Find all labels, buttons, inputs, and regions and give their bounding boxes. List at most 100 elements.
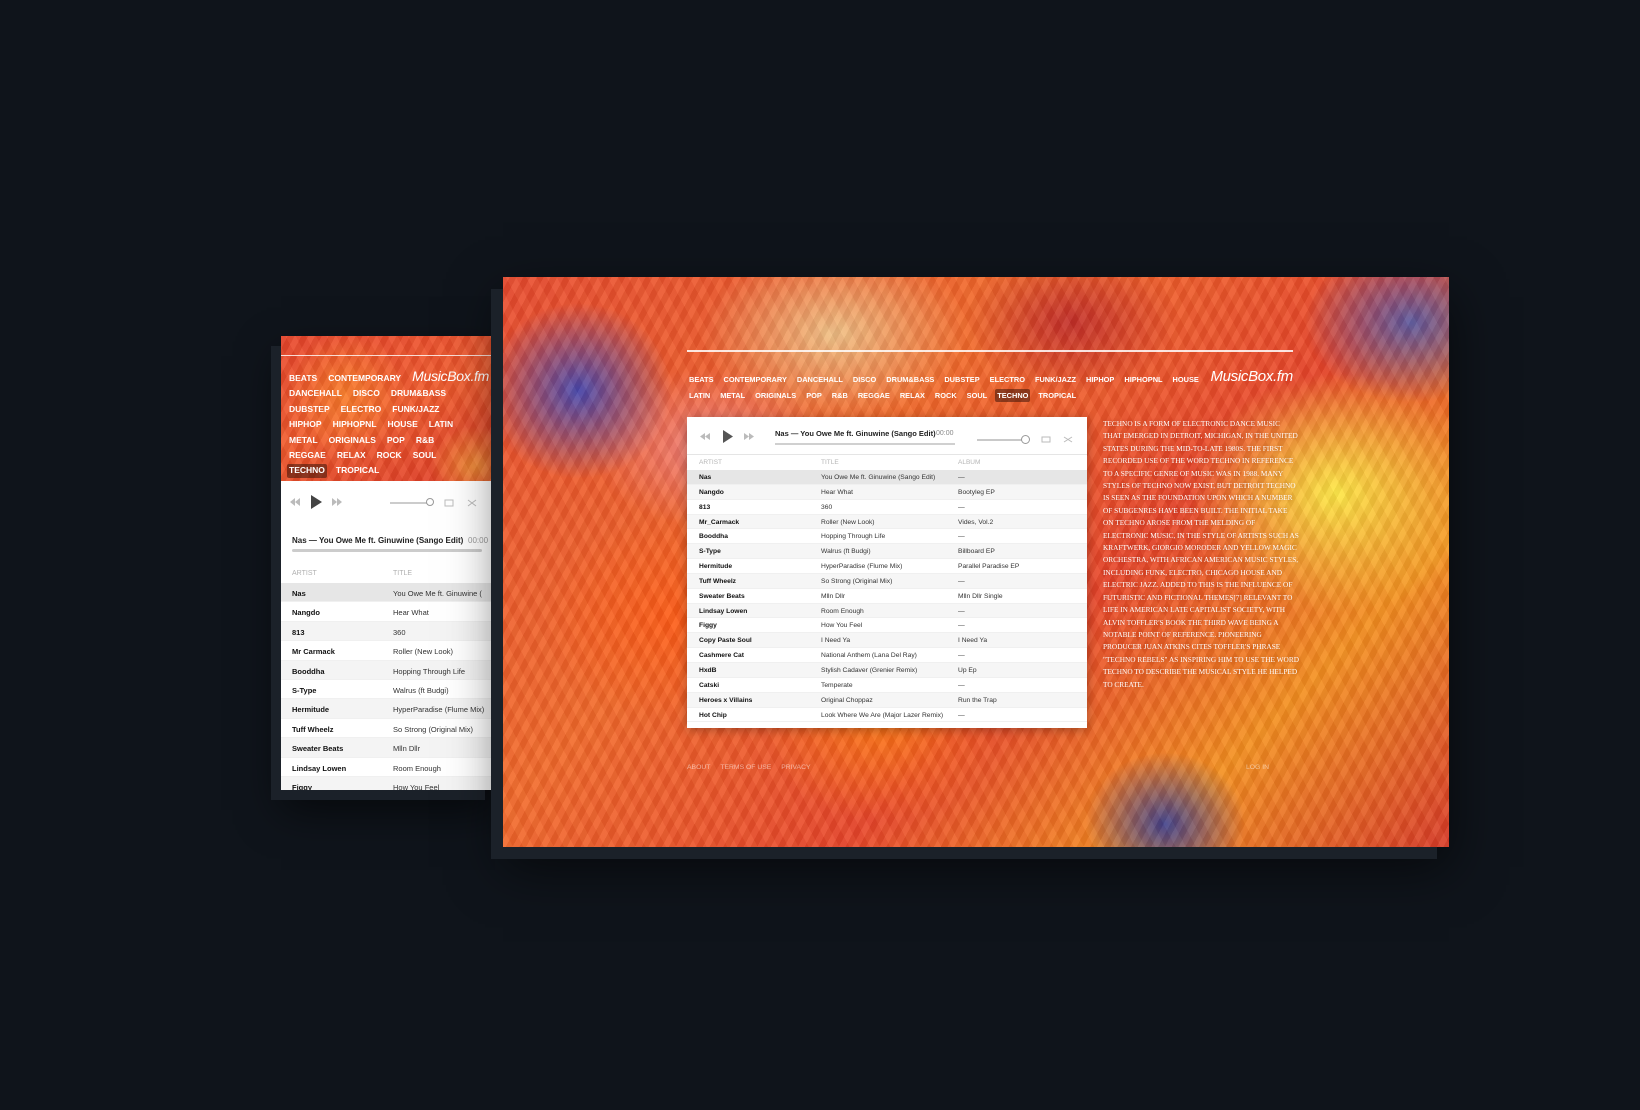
table-row[interactable]: 813 360 —: [687, 500, 1087, 515]
play-icon[interactable]: [721, 429, 734, 444]
table-row[interactable]: Cashmere Cat National Anthem (Lana Del Ra…: [687, 648, 1087, 663]
genre-pop[interactable]: Pop: [804, 389, 824, 403]
genre-hiphopnl[interactable]: HipHopNL: [1122, 373, 1164, 387]
table-row[interactable]: Nangdo Hear What Bootyleg EP: [687, 484, 1087, 500]
table-row[interactable]: Sweater Beats Mlln Dllr Mlln Dllr Single: [687, 589, 1087, 604]
table-row[interactable]: Heroes x Villains Original Choppaz Run the…: [687, 692, 1087, 708]
genre-house[interactable]: House: [386, 418, 420, 431]
genre-drumandbass[interactable]: Drum&Bass: [884, 373, 936, 387]
genre-funk-jazz[interactable]: Funk/Jazz: [1033, 373, 1078, 387]
table-row[interactable]: Tuff Wheelz So Strong (Original Mix): [281, 719, 495, 739]
table-row[interactable]: Mr_Carmack Roller (New Look) Vides, Vol.2: [687, 514, 1087, 530]
volume-knob[interactable]: [1021, 435, 1030, 444]
genre-soul[interactable]: Soul: [965, 389, 990, 403]
repeat-icon[interactable]: [444, 499, 454, 507]
column-artist[interactable]: Artist: [292, 570, 317, 577]
table-row[interactable]: Hermitude HyperParadise (Flume Mix) Parall…: [687, 559, 1087, 574]
table-row[interactable]: 813 360: [281, 621, 495, 642]
cell-album: —: [958, 607, 965, 615]
logo[interactable]: MusicBox.fm: [1210, 368, 1293, 385]
genre-randb[interactable]: R&B: [414, 434, 436, 447]
genre-latin[interactable]: Latin: [427, 418, 455, 431]
progress-bar[interactable]: [775, 443, 955, 445]
column-album[interactable]: Album: [958, 459, 980, 466]
column-artist[interactable]: Artist: [699, 459, 722, 466]
table-row[interactable]: Hot Chip Look Where We Are (Major Lazer R…: [687, 708, 1087, 723]
rewind-icon[interactable]: [289, 497, 301, 507]
genre-originals[interactable]: Originals: [753, 389, 798, 403]
table-row[interactable]: Nangdo Hear What: [281, 602, 495, 622]
genre-soul[interactable]: Soul: [411, 449, 439, 462]
genre-techno[interactable]: Techno: [287, 464, 327, 478]
table-row[interactable]: Catski Temperate —: [687, 678, 1087, 693]
table-row[interactable]: Nas You Owe Me ft. Ginuwine (: [281, 583, 495, 603]
genre-dubstep[interactable]: Dubstep: [287, 403, 332, 416]
table-row[interactable]: Hermitude HyperParadise (Flume Mix): [281, 699, 495, 719]
genre-beats[interactable]: Beats: [687, 373, 716, 387]
footer-link-terms[interactable]: Terms of use: [720, 764, 771, 771]
genre-techno[interactable]: Techno: [995, 388, 1031, 403]
genre-relax[interactable]: Relax: [335, 449, 368, 462]
volume-knob[interactable]: [426, 498, 434, 506]
login-link[interactable]: Log in: [1246, 764, 1269, 771]
genre-drumandbass[interactable]: Drum&Bass: [389, 387, 448, 400]
footer-link-privacy[interactable]: Privacy: [781, 764, 810, 771]
repeat-icon[interactable]: [1041, 436, 1051, 443]
genre-beats[interactable]: Beats: [287, 372, 319, 385]
genre-reggae[interactable]: Reggae: [287, 449, 328, 462]
genre-latin[interactable]: Latin: [687, 389, 712, 403]
now-playing-title: Nas — You Owe Me ft. Ginuwine (Sango Edi…: [292, 536, 464, 545]
genre-disco[interactable]: Disco: [851, 373, 878, 387]
genre-dancehall[interactable]: Dancehall: [287, 387, 344, 400]
column-title[interactable]: Title: [393, 570, 412, 577]
progress-bar[interactable]: [292, 549, 482, 552]
shuffle-icon[interactable]: [467, 499, 477, 507]
genre-house[interactable]: House: [1171, 373, 1201, 387]
table-row[interactable]: Lindsay Lowen Room Enough: [281, 758, 495, 777]
genre-rock[interactable]: Rock: [375, 449, 404, 462]
genre-hiphopnl[interactable]: HipHopNL: [331, 418, 379, 431]
table-row[interactable]: Booddha Hopping Through Life —: [687, 529, 1087, 545]
genre-hiphop[interactable]: HipHop: [1084, 373, 1116, 387]
fast-forward-icon[interactable]: [331, 497, 343, 507]
genre-relax[interactable]: Relax: [898, 389, 927, 403]
genre-disco[interactable]: Disco: [351, 387, 382, 400]
play-icon[interactable]: [309, 494, 323, 510]
genre-metal[interactable]: Metal: [718, 389, 747, 403]
genre-reggae[interactable]: Reggae: [856, 389, 892, 403]
table-row[interactable]: Booddha Hopping Through Life: [281, 660, 495, 680]
genre-pop[interactable]: Pop: [385, 434, 407, 447]
genre-electro[interactable]: Electro: [339, 403, 384, 416]
table-row[interactable]: Copy Paste Soul I Need Ya I Need Ya: [687, 633, 1087, 649]
table-row[interactable]: S-Type Walrus (ft Budgi) Billboard EP: [687, 544, 1087, 560]
genre-rock[interactable]: Rock: [933, 389, 959, 403]
footer-link-about[interactable]: About: [687, 764, 710, 771]
rewind-icon[interactable]: [699, 432, 711, 441]
genre-contemporary[interactable]: Contemporary: [326, 372, 403, 385]
genre-metal[interactable]: Metal: [287, 434, 320, 447]
logo[interactable]: MusicBox.fm: [412, 368, 489, 384]
genre-contemporary[interactable]: Contemporary: [722, 373, 789, 387]
table-row[interactable]: Nas You Owe Me ft. Ginuwine (Sango Edit) —: [687, 470, 1087, 485]
shuffle-icon[interactable]: [1063, 436, 1073, 443]
column-title[interactable]: Title: [821, 459, 839, 466]
genre-tropical[interactable]: Tropical: [1036, 389, 1078, 403]
table-row[interactable]: Mr Carmack Roller (New Look): [281, 641, 495, 661]
table-row[interactable]: Sweater Beats Mlln Dllr: [281, 738, 495, 758]
genre-funk-jazz[interactable]: Funk/Jazz: [390, 403, 441, 416]
genre-dubstep[interactable]: Dubstep: [942, 373, 981, 387]
table-row[interactable]: Figgy How You Feel —: [687, 618, 1087, 634]
genre-tropical[interactable]: Tropical: [334, 464, 381, 477]
fast-forward-icon[interactable]: [743, 432, 755, 441]
genre-randb[interactable]: R&B: [830, 389, 850, 403]
table-row[interactable]: HxdB Stylish Cadaver (Grenier Remix) Up Ep: [687, 662, 1087, 678]
table-row[interactable]: Tuff Wheelz So Strong (Original Mix) —: [687, 573, 1087, 589]
volume-slider[interactable]: [977, 439, 1027, 441]
table-row[interactable]: Lindsay Lowen Room Enough —: [687, 603, 1087, 619]
genre-hiphop[interactable]: HipHop: [287, 418, 324, 431]
genre-electro[interactable]: Electro: [988, 373, 1027, 387]
genre-originals[interactable]: Originals: [327, 434, 378, 447]
table-row[interactable]: Figgy How You Feel: [281, 776, 495, 790]
table-row[interactable]: S-Type Walrus (ft Budgi): [281, 680, 495, 700]
genre-dancehall[interactable]: Dancehall: [795, 373, 845, 387]
